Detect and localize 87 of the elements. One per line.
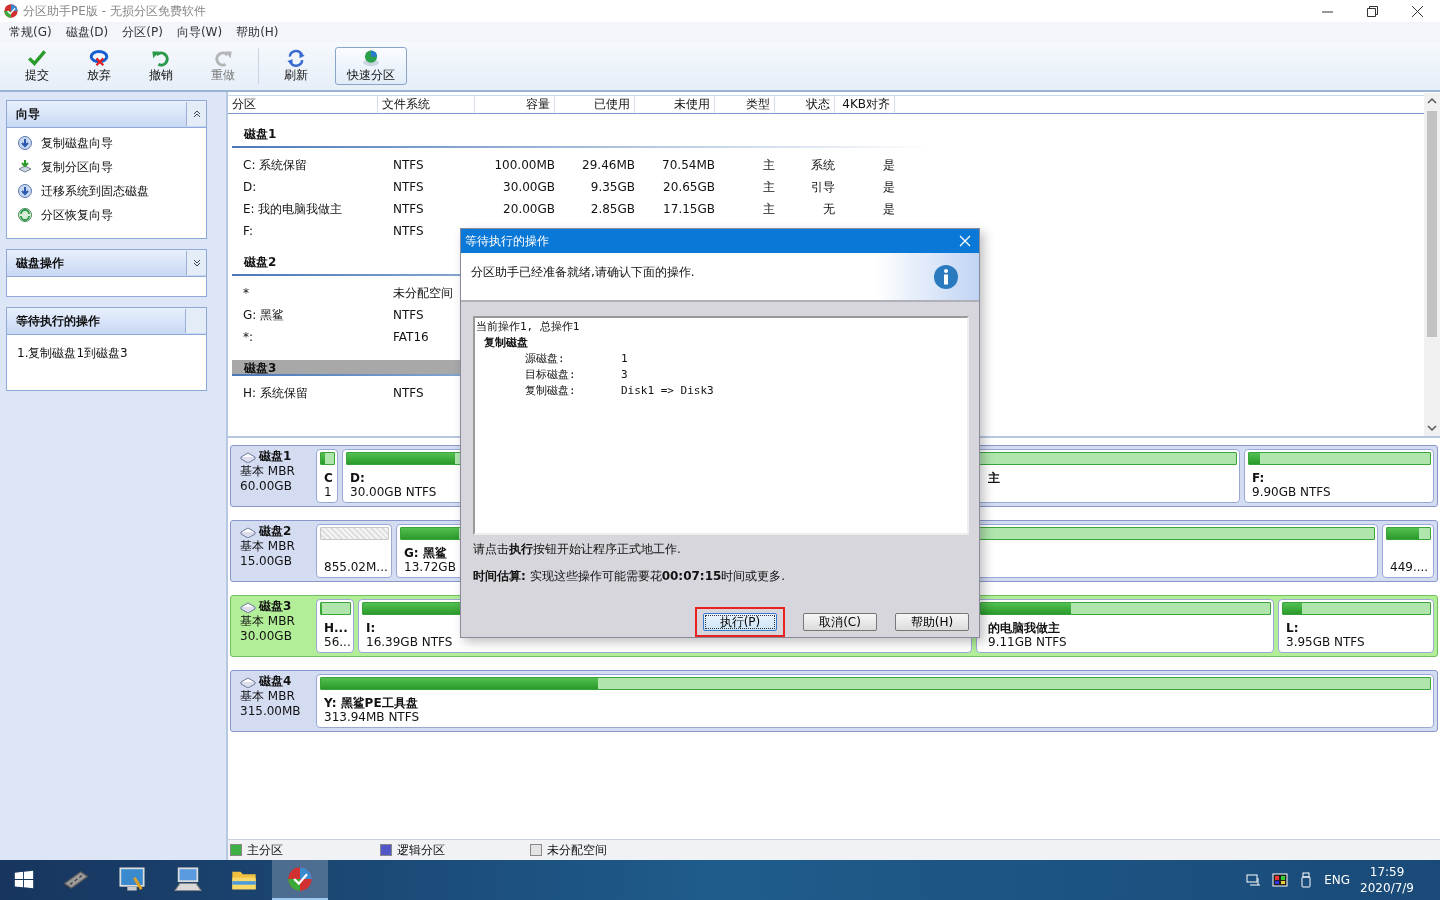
table-cell: 20.65GB (663, 180, 715, 194)
disk-size: 60.00GB (240, 479, 293, 494)
partition-info: 449.... (1389, 560, 1429, 574)
table-cell: 100.00MB (494, 158, 555, 172)
table-cell: 引导 (811, 179, 835, 194)
partition-info: 313.94MB NTFS (323, 710, 419, 724)
log-value: 3 (621, 367, 628, 384)
hint-text: 请点击执行按钮开始让程序正式地工作. (473, 541, 682, 558)
log-value: 1 (621, 351, 628, 368)
partition-name: 主 (987, 471, 1000, 485)
dialog-message: 分区助手已经准备就绪,请确认下面的操作. (471, 264, 695, 282)
table-cell: D: (243, 180, 257, 194)
partition-name: Y: 黑鲨PE工具盘 (323, 696, 418, 710)
disk-size: 315.00MB (240, 704, 302, 719)
window-title: 分区助手PE版 - 无损分区免费软件 (23, 2, 207, 20)
log-heading: 复制磁盘 (483, 335, 529, 352)
partition-info: 16.39GB NTFS (365, 635, 453, 649)
table-cell: 系统 (811, 157, 835, 172)
table-cell: 主 (763, 157, 775, 172)
panel-title: 等待执行的操作 (16, 312, 100, 330)
table-cell: NTFS (393, 224, 424, 238)
table-cell: 2.85GB (590, 202, 635, 216)
partition-info: 13.72GB (403, 560, 456, 574)
disk-size: 15.00GB (240, 554, 293, 569)
table-cell: 无 (823, 201, 835, 216)
table-cell: FAT16 (393, 330, 429, 344)
table-cell: 是 (883, 201, 895, 216)
dialog-title: 等待执行的操作 (465, 232, 549, 250)
partition-info: 9.90GB NTFS (1251, 485, 1331, 499)
table-cell: NTFS (393, 308, 424, 322)
table-cell: 主 (763, 179, 775, 194)
disk-type: 基本 MBR (240, 539, 296, 554)
partition-name: D: (349, 471, 365, 485)
table-cell: NTFS (393, 158, 424, 172)
table-cell: C: 系统保留 (243, 157, 308, 172)
disk-type: 基本 MBR (240, 614, 296, 629)
partition-name: C (323, 471, 333, 485)
table-cell: F: (243, 224, 253, 238)
table-cell: 70.54MB (662, 158, 715, 172)
log-label: 目标磁盘: (525, 367, 577, 384)
log-label: 源磁盘: (525, 351, 566, 368)
partition-info: 56... (323, 635, 351, 649)
time-estimate: 时间估算: 实现这些操作可能需要花00:07:15时间或更多. (473, 568, 787, 585)
table-cell: 20.00GB (503, 202, 555, 216)
partition-info: 9.11GB NTFS (987, 635, 1067, 649)
table-cell: 未分配空间 (393, 285, 453, 300)
table-cell: 29.46MB (582, 158, 635, 172)
panel-title: 磁盘操作 (16, 254, 64, 272)
disk-type: 基本 MBR (240, 464, 296, 479)
partition-name: 的电脑我做主 (987, 621, 1060, 635)
table-cell: 9.35GB (590, 180, 635, 194)
table-cell: NTFS (393, 180, 424, 194)
log-line: 当前操作1, 总操作1 (476, 319, 581, 336)
log-value: Disk1 => Disk3 (621, 383, 714, 400)
legend-label: 逻辑分区 (397, 841, 445, 859)
disk-type: 基本 MBR (240, 689, 296, 704)
partition-info: 1 (323, 485, 332, 499)
table-cell: G: 黑鲨 (243, 307, 285, 322)
table-cell: 17.15GB (663, 202, 715, 216)
legend-label: 主分区 (247, 841, 283, 859)
partition-name: L: (1285, 621, 1299, 635)
table-cell: 30.00GB (503, 180, 555, 194)
disk-name: 磁盘1 (259, 449, 292, 464)
table-cell: E: 我的电脑我做主 (243, 201, 343, 216)
legend-label: 未分配空间 (547, 841, 607, 859)
table-cell: H: 系统保留 (243, 385, 308, 400)
log-label: 复制磁盘: (525, 383, 577, 400)
table-cell: NTFS (393, 202, 424, 216)
partition-name: F: (1251, 471, 1265, 485)
table-cell: 主 (763, 201, 775, 216)
table-cell: * (243, 286, 249, 300)
partition-name: H... (323, 621, 348, 635)
table-cell: NTFS (393, 386, 424, 400)
partition-name: G: 黑鲨 (403, 546, 447, 560)
disk-name: 磁盘4 (259, 674, 292, 689)
partition-name: I: (365, 621, 376, 635)
table-cell: 是 (883, 157, 895, 172)
table-cell: 是 (883, 179, 895, 194)
partition-info: 30.00GB NTFS (349, 485, 437, 499)
disk-name: 磁盘2 (259, 524, 292, 539)
partition-info: 855.02M... (323, 560, 388, 574)
pending-operation: 1.复制磁盘1到磁盘3 (17, 345, 129, 362)
disk-size: 30.00GB (240, 629, 293, 644)
table-cell: *: (243, 330, 254, 344)
partition-info: 3.95GB NTFS (1285, 635, 1365, 649)
disk-name: 磁盘3 (259, 599, 292, 614)
panel-title: 向导 (16, 105, 40, 123)
